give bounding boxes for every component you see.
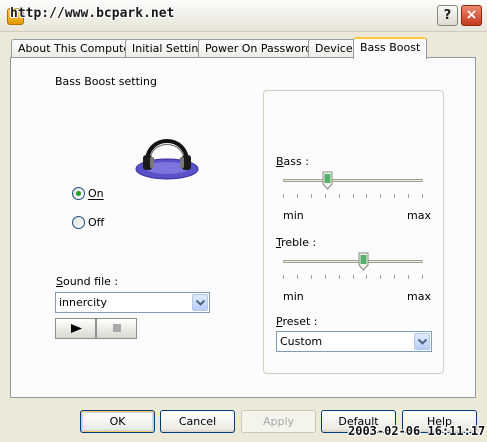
cancel-button[interactable]: Cancel bbox=[160, 410, 235, 433]
bass-label: Bass : bbox=[276, 155, 309, 168]
radio-selected-dot bbox=[76, 191, 81, 196]
radio-on[interactable] bbox=[72, 187, 85, 200]
slider-tick bbox=[339, 275, 340, 279]
treble-slider-ticks bbox=[283, 275, 423, 280]
tab-device[interactable]: Device bbox=[308, 39, 360, 58]
slider-tick bbox=[311, 194, 312, 198]
stop-button[interactable] bbox=[96, 318, 137, 339]
play-icon bbox=[71, 324, 82, 333]
preset-label: Preset : bbox=[276, 315, 318, 328]
headphone-icon bbox=[135, 139, 199, 180]
slider-tick bbox=[325, 275, 326, 279]
bass-label-text: Bass : bbox=[276, 155, 309, 168]
slider-tick bbox=[325, 194, 326, 198]
slider-tick bbox=[394, 275, 395, 279]
bass-boost-heading: Bass Boost setting bbox=[55, 75, 157, 88]
preset-dropdown[interactable]: Custom bbox=[276, 331, 432, 352]
close-button[interactable]: × bbox=[461, 5, 482, 26]
slider-tick bbox=[408, 275, 409, 279]
radio-off-label[interactable]: Off bbox=[88, 216, 104, 229]
treble-slider-thumb[interactable] bbox=[358, 252, 369, 271]
slider-tick bbox=[408, 194, 409, 198]
bass-slider-thumb[interactable] bbox=[322, 171, 333, 190]
slider-tick bbox=[366, 275, 367, 279]
help-title-button[interactable]: ? bbox=[437, 5, 458, 26]
slider-tick bbox=[297, 194, 298, 198]
slider-tick bbox=[366, 194, 367, 198]
timestamp-watermark: 2003-02-06 16:11:17 bbox=[348, 424, 486, 438]
apply-button[interactable]: Apply bbox=[241, 410, 316, 433]
slider-tick bbox=[311, 275, 312, 279]
slider-tick bbox=[380, 194, 381, 198]
slider-tick bbox=[422, 275, 423, 279]
treble-min-label: min bbox=[283, 290, 304, 303]
treble-max-label: max bbox=[407, 290, 431, 303]
slider-tick bbox=[353, 275, 354, 279]
tab-about-this-computer[interactable]: About This Computer bbox=[11, 39, 142, 58]
slider-tick bbox=[283, 194, 284, 198]
title-bar[interactable]: http://www.bcpark.net ? × bbox=[0, 0, 487, 32]
preset-value: Custom bbox=[280, 335, 323, 348]
sound-file-label: Sound file : bbox=[56, 275, 119, 288]
tab-power-on-password[interactable]: Power On Password bbox=[198, 39, 320, 58]
stop-icon bbox=[113, 324, 121, 332]
window-title-watermark: http://www.bcpark.net bbox=[10, 6, 175, 21]
slider-tick bbox=[339, 194, 340, 198]
sony-notebook-setup-window: http://www.bcpark.net ? × About This Com… bbox=[0, 0, 487, 442]
slider-tick bbox=[422, 194, 423, 198]
play-button[interactable] bbox=[55, 318, 96, 339]
slider-tick bbox=[283, 275, 284, 279]
chevron-down-icon[interactable] bbox=[414, 333, 430, 350]
bass-slider-ticks bbox=[283, 194, 423, 199]
treble-label: Treble : bbox=[276, 236, 317, 249]
slider-tick bbox=[297, 275, 298, 279]
chevron-down-icon[interactable] bbox=[192, 294, 208, 311]
slider-tick bbox=[353, 194, 354, 198]
slider-tick bbox=[380, 275, 381, 279]
slider-tick bbox=[394, 194, 395, 198]
bass-slider-track bbox=[283, 179, 423, 182]
ok-button[interactable]: OK bbox=[80, 410, 155, 433]
radio-on-label[interactable]: On bbox=[88, 187, 104, 200]
sound-file-dropdown[interactable]: innercity bbox=[55, 292, 210, 313]
tab-bass-boost[interactable]: Bass Boost bbox=[353, 37, 428, 59]
bass-max-label: max bbox=[407, 209, 431, 222]
treble-slider-track bbox=[283, 260, 423, 263]
bass-min-label: min bbox=[283, 209, 304, 222]
sound-file-value: innercity bbox=[59, 296, 107, 309]
radio-off[interactable] bbox=[72, 216, 85, 229]
